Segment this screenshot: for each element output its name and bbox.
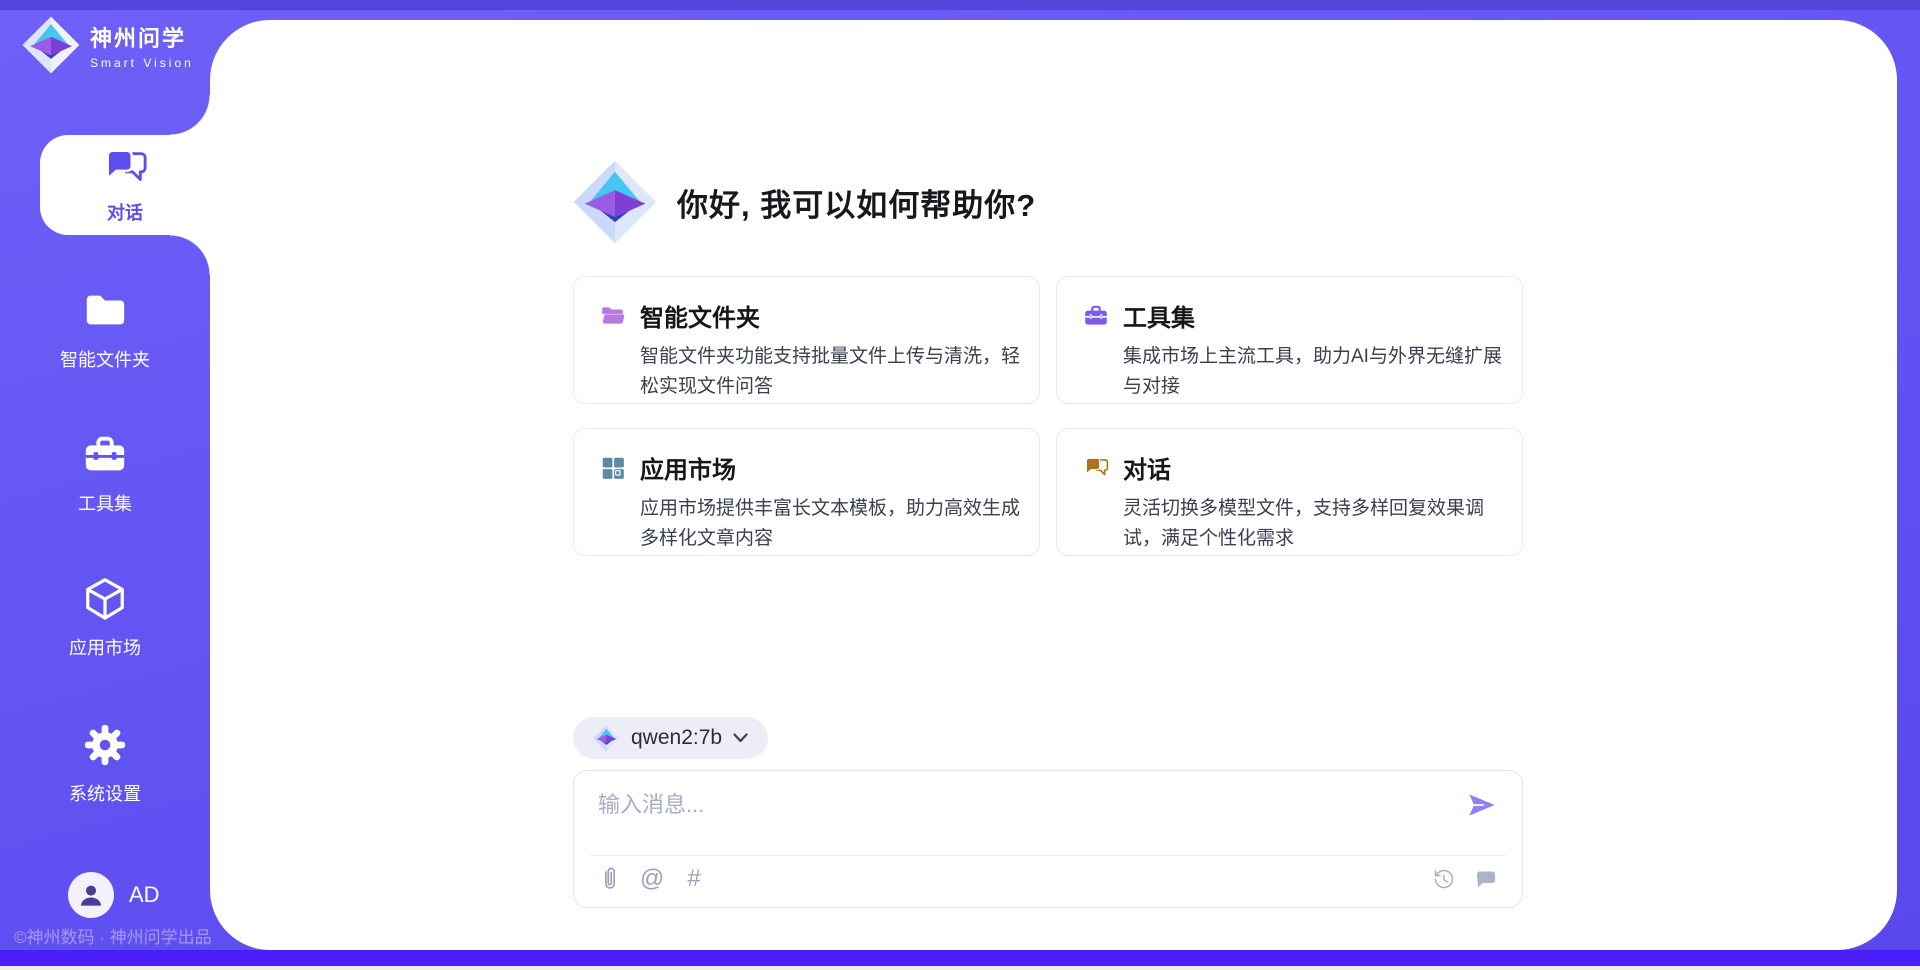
bottom-accent-band [0, 950, 1920, 966]
user-initials: AD [129, 882, 160, 908]
greeting: 你好, 我可以如何帮助你? [573, 158, 1036, 246]
sidebar: 神州问学 Smart Vision 对话 智能文件夹 [0, 0, 210, 970]
card-description: 应用市场提供丰富长文本模板，助力高效生成多样化文章内容 [640, 494, 1025, 554]
message-input[interactable] [598, 787, 1438, 847]
sidebar-item-settings[interactable]: 系统设置 [0, 722, 210, 806]
card-description: 灵活切换多模型文件，支持多样回复效果调试，满足个性化需求 [1123, 494, 1508, 554]
chat-bubble-icon [1474, 867, 1498, 891]
sidebar-item-toolset[interactable]: 工具集 [0, 432, 210, 516]
card-smart-folder[interactable]: 智能文件夹 智能文件夹功能支持批量文件上传与清洗，轻松实现文件问答 [573, 276, 1040, 404]
chevron-down-icon [733, 733, 748, 743]
model-selector[interactable]: qwen2:7b [573, 717, 768, 759]
brand-diamond-icon [573, 158, 657, 246]
chat-icon [1083, 455, 1109, 481]
top-strip [0, 0, 1920, 10]
model-name: qwen2:7b [631, 726, 722, 750]
sidebar-item-label: 对话 [107, 199, 143, 225]
person-icon [76, 880, 106, 910]
mention-button[interactable]: @ [640, 866, 664, 892]
card-title: 工具集 [1123, 298, 1195, 333]
briefcase-icon [82, 432, 128, 478]
copyright-text: ©神州数码 · 神州问学出品 [14, 923, 212, 948]
briefcase-icon [1083, 303, 1109, 329]
send-icon[interactable] [1466, 789, 1498, 821]
attach-button[interactable] [598, 866, 622, 892]
main-panel: 你好, 我可以如何帮助你? 智能文件夹 智能文件夹功能支持批量文件上传与清洗，轻… [210, 20, 1897, 950]
card-title: 对话 [1123, 450, 1171, 485]
sidebar-item-app-market[interactable]: 应用市场 [0, 576, 210, 660]
cube-icon [82, 576, 128, 622]
card-toolset[interactable]: 工具集 集成市场上主流工具，助力AI与外界无缝扩展与对接 [1056, 276, 1523, 404]
quick-chat-button[interactable] [1474, 866, 1498, 892]
model-diamond-icon [593, 725, 620, 752]
card-title: 应用市场 [640, 450, 736, 485]
paperclip-icon [599, 866, 621, 892]
card-app-market[interactable]: 应用市场 应用市场提供丰富长文本模板，助力高效生成多样化文章内容 [573, 428, 1040, 556]
brand-subtitle: Smart Vision [90, 56, 194, 70]
sidebar-item-label: 应用市场 [69, 634, 141, 660]
feature-cards: 智能文件夹 智能文件夹功能支持批量文件上传与清洗，轻松实现文件问答 [573, 276, 1523, 556]
user-profile[interactable]: AD [68, 872, 160, 918]
sidebar-item-smart-folder[interactable]: 智能文件夹 [0, 288, 210, 372]
history-clock-icon [1432, 867, 1456, 892]
app-window: 你好, 我可以如何帮助你? 智能文件夹 智能文件夹功能支持批量文件上传与清洗，轻… [0, 0, 1920, 970]
history-button[interactable] [1432, 866, 1456, 892]
card-description: 集成市场上主流工具，助力AI与外界无缝扩展与对接 [1123, 342, 1508, 402]
card-chat[interactable]: 对话 灵活切换多模型文件，支持多样回复效果调试，满足个性化需求 [1056, 428, 1523, 556]
composer-divider [590, 855, 1506, 856]
message-composer: @ # [573, 770, 1523, 908]
greeting-text: 你好, 我可以如何帮助你? [677, 180, 1036, 225]
avatar [68, 872, 114, 918]
folder-icon [82, 288, 128, 334]
brand-diamond-icon [22, 16, 80, 74]
sidebar-item-label: 系统设置 [69, 780, 141, 806]
gear-icon [82, 722, 128, 768]
brand-logo: 神州问学 Smart Vision [22, 16, 194, 74]
folder-open-icon [600, 303, 626, 329]
brand-name: 神州问学 [90, 21, 194, 53]
sidebar-item-label: 工具集 [78, 490, 132, 516]
bottom-edge [0, 966, 1920, 970]
chat-icon [102, 145, 148, 191]
card-title: 智能文件夹 [640, 298, 760, 333]
card-description: 智能文件夹功能支持批量文件上传与清洗，轻松实现文件问答 [640, 342, 1025, 402]
sidebar-item-label: 智能文件夹 [60, 346, 150, 372]
hashtag-button[interactable]: # [682, 866, 706, 892]
grid-icon [600, 455, 626, 481]
sidebar-item-chat[interactable]: 对话 [40, 135, 210, 235]
